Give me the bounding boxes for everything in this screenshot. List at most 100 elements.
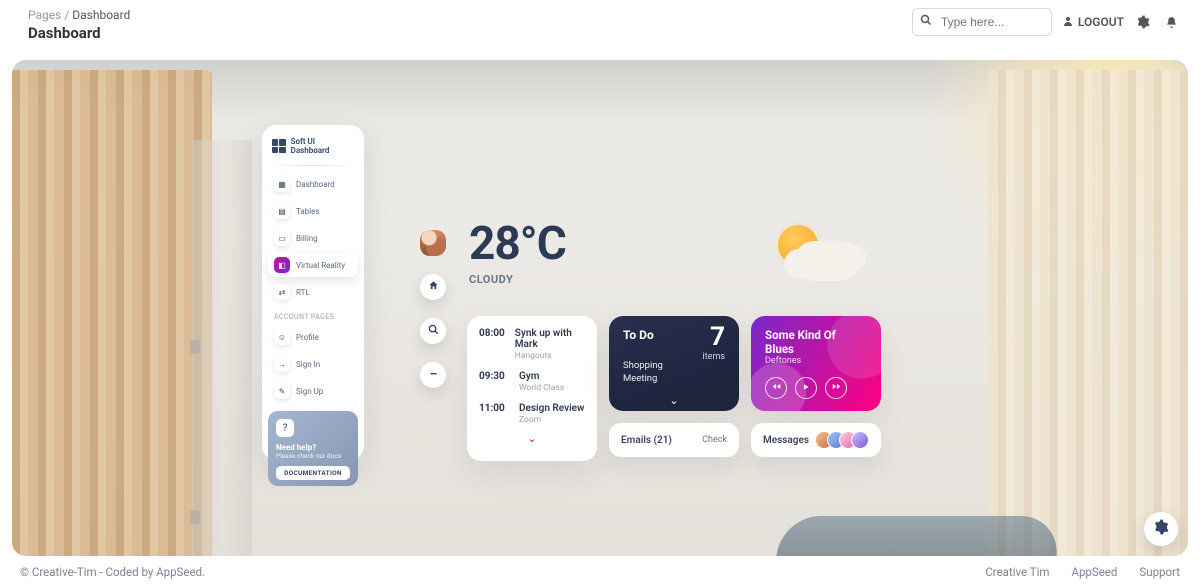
sidebar-panel: Soft UI Dashboard ▦ Dashboard ▤ Tables ▭… (262, 125, 364, 460)
side-button-stack (420, 230, 446, 388)
todo-unit: items (703, 352, 725, 362)
sidebar-item-label: Sign Up (296, 387, 323, 396)
help-card: ? Need help? Please check our docs DOCUM… (268, 411, 358, 486)
todo-card: To Do 7 items Shopping Meeting ⌄ (609, 316, 739, 411)
todo-item: Shopping (623, 360, 663, 373)
gear-icon (1153, 519, 1169, 539)
music-play-button[interactable] (795, 377, 817, 399)
avatar[interactable] (420, 230, 446, 256)
rtl-icon: ⇄ (274, 284, 290, 300)
user-icon (1062, 15, 1074, 30)
footer-link-creative-tim[interactable]: Creative Tim (985, 565, 1049, 579)
brand-name: Soft UI Dashboard (291, 137, 354, 155)
sidebar-item-label: Sign In (296, 360, 320, 369)
sidebar-item-profile[interactable]: ☺ Profile (268, 325, 358, 349)
help-subtitle: Please check our docs (276, 452, 350, 460)
weather-widget: 28°C CLOUDY (469, 221, 566, 286)
music-title: Some Kind Of Blues (765, 328, 867, 356)
todo-expand[interactable]: ⌄ (609, 394, 739, 407)
home-button[interactable] (420, 274, 446, 300)
play-icon (802, 383, 810, 394)
weather-icon (772, 215, 868, 295)
search-wrapper (912, 8, 1052, 36)
dashboard-icon: ▦ (274, 176, 290, 192)
sidebar-item-label: Profile (296, 333, 319, 342)
music-next-button[interactable] (825, 377, 847, 399)
schedule-sub: Zoom (519, 415, 584, 425)
curtain-right (988, 70, 1188, 556)
sidebar-item-dashboard[interactable]: ▦ Dashboard (268, 172, 358, 196)
next-icon (832, 382, 841, 394)
todo-list: Shopping Meeting (623, 360, 663, 386)
sofa (775, 516, 1060, 556)
schedule-row[interactable]: 09:30 Gym World Class (479, 371, 585, 393)
door-frame (192, 140, 252, 556)
todo-count: 7 (710, 322, 725, 352)
music-prev-button[interactable] (765, 377, 787, 399)
sidebar-item-signup[interactable]: ✎ Sign Up (268, 379, 358, 403)
messages-label: Messages (763, 435, 809, 446)
search-button[interactable] (420, 318, 446, 344)
schedule-title: Gym (519, 371, 564, 382)
weather-temperature: 28°C (469, 221, 566, 267)
help-title: Need help? (276, 443, 350, 452)
weather-condition: CLOUDY (469, 273, 566, 286)
schedule-row[interactable]: 11:00 Design Review Zoom (479, 403, 585, 425)
help-icon: ? (276, 419, 294, 437)
documentation-button[interactable]: DOCUMENTATION (276, 466, 350, 480)
emails-card[interactable]: Emails (21) Check (609, 423, 739, 457)
sidebar-item-signin[interactable]: → Sign In (268, 352, 358, 376)
vr-stage: Soft UI Dashboard ▦ Dashboard ▤ Tables ▭… (12, 60, 1188, 556)
sidebar-item-label: Billing (296, 234, 318, 243)
breadcrumb-sep: / (64, 8, 69, 22)
logout-button[interactable]: LOGOUT (1062, 15, 1124, 30)
music-card: Some Kind Of Blues Deftones (751, 316, 881, 411)
messages-card[interactable]: Messages (751, 423, 881, 457)
door-hinge (190, 510, 200, 524)
billing-icon: ▭ (274, 230, 290, 246)
sidebar-item-label: Tables (296, 207, 320, 216)
profile-icon: ☺ (274, 329, 290, 345)
schedule-time: 09:30 (479, 371, 509, 393)
schedule-row[interactable]: 08:00 Synk up with Mark Hangouts (479, 328, 585, 361)
emails-label: Emails (21) (621, 435, 672, 446)
curtain-left (12, 70, 212, 556)
footer-left: © Creative-Tim - Coded by AppSeed. (20, 565, 205, 579)
cloud-icon (794, 241, 860, 281)
footer: © Creative-Tim - Coded by AppSeed. Creat… (20, 562, 1180, 582)
sidebar-item-virtual-reality[interactable]: ◧ Virtual Reality (268, 253, 358, 277)
music-artist: Deftones (765, 356, 867, 366)
brand[interactable]: Soft UI Dashboard (268, 135, 358, 163)
footer-link-appseed[interactable]: AppSeed (1071, 565, 1117, 579)
minimize-button[interactable] (420, 362, 446, 388)
chevron-down-icon: ⌄ (669, 394, 678, 407)
sidebar-item-rtl[interactable]: ⇄ RTL (268, 280, 358, 304)
settings-icon[interactable] (1134, 13, 1152, 31)
emails-action[interactable]: Check (702, 435, 727, 445)
vr-icon: ◧ (274, 257, 290, 273)
home-icon (428, 280, 439, 294)
search-input[interactable] (912, 8, 1052, 36)
tables-icon: ▤ (274, 203, 290, 219)
schedule-expand[interactable]: ⌄ (479, 432, 585, 445)
sidebar-item-label: Virtual Reality (296, 261, 345, 270)
avatar (851, 431, 869, 449)
search-icon (920, 14, 932, 29)
breadcrumb-root[interactable]: Pages (28, 8, 61, 22)
sidebar-section-label: ACCOUNT PAGES (268, 307, 358, 325)
sidebar-item-tables[interactable]: ▤ Tables (268, 199, 358, 223)
configurator-button[interactable] (1144, 512, 1178, 546)
breadcrumb-current: Dashboard (72, 8, 130, 22)
schedule-sub: Hangouts (515, 351, 585, 361)
sidebar-item-label: Dashboard (296, 180, 335, 189)
signin-icon: → (274, 356, 290, 372)
sidebar-item-label: RTL (296, 288, 310, 297)
schedule-title: Synk up with Mark (515, 328, 585, 350)
schedule-title: Design Review (519, 403, 584, 414)
schedule-sub: World Class (519, 383, 564, 393)
notifications-icon[interactable] (1162, 13, 1180, 31)
brand-logo-icon (272, 139, 286, 153)
schedule-time: 08:00 (479, 328, 505, 361)
footer-link-support[interactable]: Support (1139, 565, 1180, 579)
sidebar-item-billing[interactable]: ▭ Billing (268, 226, 358, 250)
